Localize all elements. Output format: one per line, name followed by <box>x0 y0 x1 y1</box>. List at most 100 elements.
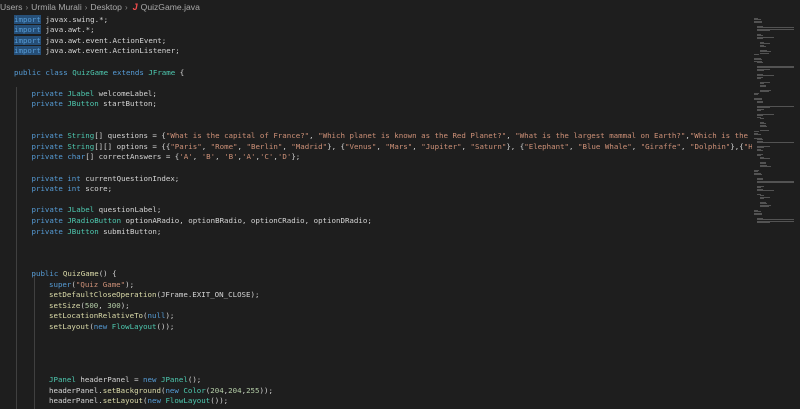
code-token: , <box>192 152 202 162</box>
code-line: private JButton startButton; <box>32 99 157 109</box>
code-token: "Berlin" <box>246 141 283 151</box>
code-token: ()); <box>156 321 175 331</box>
code-token: headerPanel. <box>49 396 103 406</box>
code-token: , <box>237 141 247 151</box>
code-line: headerPanel.setBackground(new Color(204,… <box>49 386 273 396</box>
code-token: ); <box>120 300 130 310</box>
code-editor[interactable]: import javax.swing.*; import java.awt.*; i… <box>0 14 752 409</box>
code-line: import java.awt.*; <box>14 25 95 35</box>
code-token: , <box>201 141 211 151</box>
code-token: , <box>215 152 225 162</box>
code-token: 255 <box>246 385 260 395</box>
minimap-line <box>760 118 765 120</box>
indent-guide <box>16 87 17 409</box>
code-line: public QuizGame() { <box>32 269 117 279</box>
code-token: new <box>165 385 184 395</box>
code-token: FlowLayout <box>111 321 157 331</box>
code-token: super <box>49 279 72 289</box>
breadcrumb-user-folder[interactable]: Urmila Murali <box>31 2 82 12</box>
code-line: private char[] correctAnswers = {'A', 'B… <box>32 152 301 162</box>
minimap-line <box>760 126 768 128</box>
code-token: "Which planet is known as the Red Planet… <box>318 131 507 141</box>
code-token: JLabel <box>67 205 95 215</box>
code-token: [][] options = {{ <box>94 141 171 151</box>
code-token: JRadioButton <box>67 215 122 225</box>
code-line: JPanel headerPanel = new JPanel(); <box>49 375 201 385</box>
code-token: 'C' <box>259 152 274 162</box>
code-line: setDefaultCloseOperation(JFrame.EXIT_ON_… <box>49 290 259 300</box>
code-token: private <box>31 184 68 194</box>
code-token: , <box>569 141 578 151</box>
code-token: setBackground <box>102 385 161 395</box>
code-token: , <box>631 141 641 151</box>
code-token: submitButton; <box>98 226 162 236</box>
code-token: setDefaultCloseOperation <box>49 290 157 300</box>
code-token: JButton <box>67 226 99 236</box>
code-line: public class QuizGame extends JFrame { <box>14 68 184 78</box>
java-file-icon: J <box>132 2 138 12</box>
chevron-right-icon: › <box>84 2 88 12</box>
code-token: , <box>98 300 108 310</box>
code-token: private <box>31 226 68 236</box>
minimap-line <box>754 134 762 136</box>
code-token: "Giraffe" <box>640 141 682 151</box>
code-token: "What is the capital of France?" <box>165 131 310 141</box>
breadcrumb-file[interactable]: QuizGame.java <box>141 2 200 12</box>
code-token: (JFrame.EXIT_ON_CLOSE); <box>156 290 260 300</box>
code-token: private <box>31 205 68 215</box>
minimap[interactable] <box>752 14 800 409</box>
code-token: 'B' <box>201 152 216 162</box>
code-token: javax.swing.*; <box>40 14 109 24</box>
minimap-line <box>757 110 761 112</box>
minimap-line <box>754 22 763 24</box>
breadcrumb-desktop[interactable]: Desktop <box>90 2 122 12</box>
minimap-line <box>757 182 794 184</box>
code-line: super("Quiz Game"); <box>49 280 134 290</box>
breadcrumb-users[interactable]: Users <box>0 2 22 12</box>
code-line: headerPanel.setLayout(new FlowLayout()); <box>49 396 228 406</box>
code-token: ()); <box>210 396 229 406</box>
code-token: }; <box>291 152 301 162</box>
code-token: java.awt.event.ActionEvent; <box>40 35 167 45</box>
code-token: private <box>31 215 68 225</box>
code-token: char <box>67 152 86 162</box>
code-token: 'B' <box>224 152 238 162</box>
minimap-line <box>760 158 771 160</box>
code-token: int <box>67 184 81 194</box>
code-token: { <box>175 67 185 77</box>
code-token: "Paris" <box>170 141 202 151</box>
code-token: score; <box>80 184 113 194</box>
code-token: new <box>93 321 112 331</box>
code-token: [] correctAnswers = { <box>85 152 180 162</box>
code-token: private <box>31 99 68 109</box>
minimap-line <box>757 190 774 192</box>
minimap-line <box>760 46 767 48</box>
code-token: headerPanel. <box>49 385 103 395</box>
code-token: currentQuestionIndex; <box>80 173 180 183</box>
code-token: private <box>31 152 68 162</box>
code-token: int <box>67 173 81 183</box>
code-token: String <box>67 131 95 141</box>
code-token: optionARadio, optionBRadio, optionCRadio… <box>121 215 372 225</box>
code-token: QuizGame <box>62 268 99 278</box>
code-token: setLayout <box>102 396 144 406</box>
vertical-scrollbar[interactable] <box>794 14 800 409</box>
minimap-line <box>760 91 769 93</box>
code-token: null <box>147 311 166 321</box>
code-token: Color <box>183 385 206 395</box>
indent-guide <box>34 273 35 409</box>
code-token: java.awt.*; <box>40 25 95 35</box>
code-token: "Jupiter" <box>421 141 462 151</box>
code-token: 300 <box>107 300 121 310</box>
code-token: [] questions = { <box>94 131 166 141</box>
minimap-line <box>754 174 763 176</box>
code-token: ); <box>165 311 175 321</box>
code-token: )); <box>259 385 273 395</box>
code-token: (); <box>187 374 202 384</box>
minimap-line <box>754 94 758 96</box>
minimap-line <box>760 52 769 54</box>
code-token: private <box>31 141 68 151</box>
minimap-line <box>760 86 767 88</box>
code-token: "Hockey <box>743 141 752 151</box>
code-line: private String[][] options = {{"Paris", … <box>32 142 753 152</box>
